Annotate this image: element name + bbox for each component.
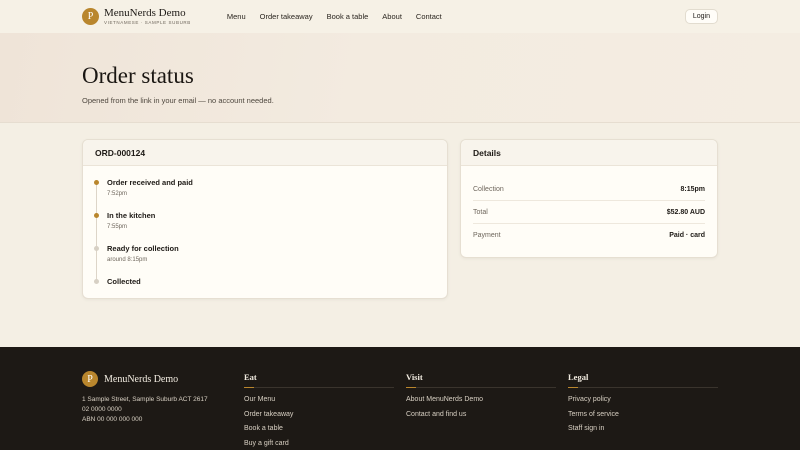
- footer-column-heading: Legal: [568, 372, 718, 388]
- step-time: 7:52pm: [107, 191, 128, 197]
- footer-column-eat: Eat Our Menu Order takeaway Book a table…: [244, 372, 394, 450]
- nav-about[interactable]: About: [382, 12, 402, 21]
- login-button[interactable]: Login: [684, 9, 718, 24]
- order-id: ORD-000124: [83, 140, 447, 166]
- detail-row-payment: Payment Paid · card: [473, 224, 705, 247]
- step-time: 7:55pm: [107, 224, 128, 230]
- hero-banner: Order status Opened from the link in you…: [0, 33, 800, 123]
- page-subtitle: Opened from the link in your email — no …: [82, 96, 274, 105]
- step-title: Order received and paid: [107, 178, 193, 187]
- step-done-dot-icon: [94, 213, 99, 218]
- footer-column-visit: Visit About MenuNerds Demo Contact and f…: [406, 372, 556, 425]
- main-nav: Menu Order takeaway Book a table About C…: [227, 12, 456, 21]
- details-card: Details Collection 8:15pm Total $52.80 A…: [460, 139, 718, 258]
- details-heading: Details: [461, 140, 717, 166]
- brand-name: MenuNerds Demo: [104, 7, 186, 19]
- site-header: P MenuNerds Demo VIETNAMESE · SAMPLE SUB…: [0, 0, 800, 33]
- detail-value: Paid · card: [669, 232, 705, 239]
- footer-column-legal: Legal Privacy policy Terms of service St…: [568, 372, 718, 440]
- brand[interactable]: MenuNerds Demo VIETNAMESE · SAMPLE SUBUR…: [104, 7, 191, 26]
- detail-label: Collection: [473, 185, 504, 193]
- footer-column-heading: Eat: [244, 372, 394, 388]
- footer-brand[interactable]: P MenuNerds Demo: [82, 371, 178, 387]
- footer-column-heading: Visit: [406, 372, 556, 388]
- order-status-card: ORD-000124 Order received and paid 7:52p…: [82, 139, 448, 299]
- detail-row-total: Total $52.80 AUD: [473, 201, 705, 224]
- nav-order-takeaway[interactable]: Order takeaway: [260, 12, 313, 21]
- timeline-step: Collected: [94, 277, 447, 310]
- footer-link-gift-card[interactable]: Buy a gift card: [244, 440, 394, 450]
- detail-label: Payment: [473, 232, 501, 239]
- footer-link-order-takeaway[interactable]: Order takeaway: [244, 411, 394, 426]
- footer-link-book-a-table[interactable]: Book a table: [244, 425, 394, 440]
- footer-address: 1 Sample Street, Sample Suburb ACT 2617: [82, 396, 208, 403]
- site-footer: P MenuNerds Demo 1 Sample Street, Sample…: [0, 347, 800, 450]
- footer-abn: ABN 00 000 000 000: [82, 416, 143, 423]
- step-title: Collected: [107, 277, 141, 286]
- footer-logo-icon: P: [82, 371, 98, 387]
- timeline-step: Order received and paid 7:52pm: [94, 178, 447, 211]
- footer-link-contact[interactable]: Contact and find us: [406, 411, 556, 426]
- detail-label: Total: [473, 208, 488, 216]
- detail-value: $52.80 AUD: [666, 208, 705, 216]
- step-pending-dot-icon: [94, 279, 99, 284]
- step-title: Ready for collection: [107, 244, 179, 253]
- detail-row-collection: Collection 8:15pm: [473, 178, 705, 201]
- order-timeline: Order received and paid 7:52pm In the ki…: [83, 166, 447, 310]
- step-time: around 8:15pm: [107, 257, 148, 263]
- details-list: Collection 8:15pm Total $52.80 AUD Payme…: [461, 178, 717, 247]
- nav-book-a-table[interactable]: Book a table: [327, 12, 369, 21]
- footer-phone[interactable]: 02 0000 0000: [82, 405, 208, 415]
- page-title: Order status: [82, 63, 194, 88]
- footer-brand-name: MenuNerds Demo: [104, 373, 179, 385]
- footer-link-staff-sign-in[interactable]: Staff sign in: [568, 425, 718, 440]
- nav-menu[interactable]: Menu: [227, 12, 246, 21]
- brand-tagline: VIETNAMESE · SAMPLE SUBURB: [104, 20, 191, 25]
- step-pending-dot-icon: [94, 246, 99, 251]
- step-title: In the kitchen: [107, 211, 156, 220]
- footer-link-about[interactable]: About MenuNerds Demo: [406, 396, 556, 411]
- footer-link-terms[interactable]: Terms of service: [568, 411, 718, 426]
- logo-icon[interactable]: P: [82, 8, 99, 25]
- footer-link-privacy[interactable]: Privacy policy: [568, 396, 718, 411]
- footer-link-our-menu[interactable]: Our Menu: [244, 396, 394, 411]
- step-done-dot-icon: [94, 180, 99, 185]
- detail-value: 8:15pm: [680, 185, 705, 193]
- timeline-step: Ready for collection around 8:15pm: [94, 244, 447, 277]
- timeline-step: In the kitchen 7:55pm: [94, 211, 447, 244]
- footer-contact-info: 1 Sample Street, Sample Suburb ACT 2617 …: [82, 395, 208, 425]
- nav-contact[interactable]: Contact: [416, 12, 442, 21]
